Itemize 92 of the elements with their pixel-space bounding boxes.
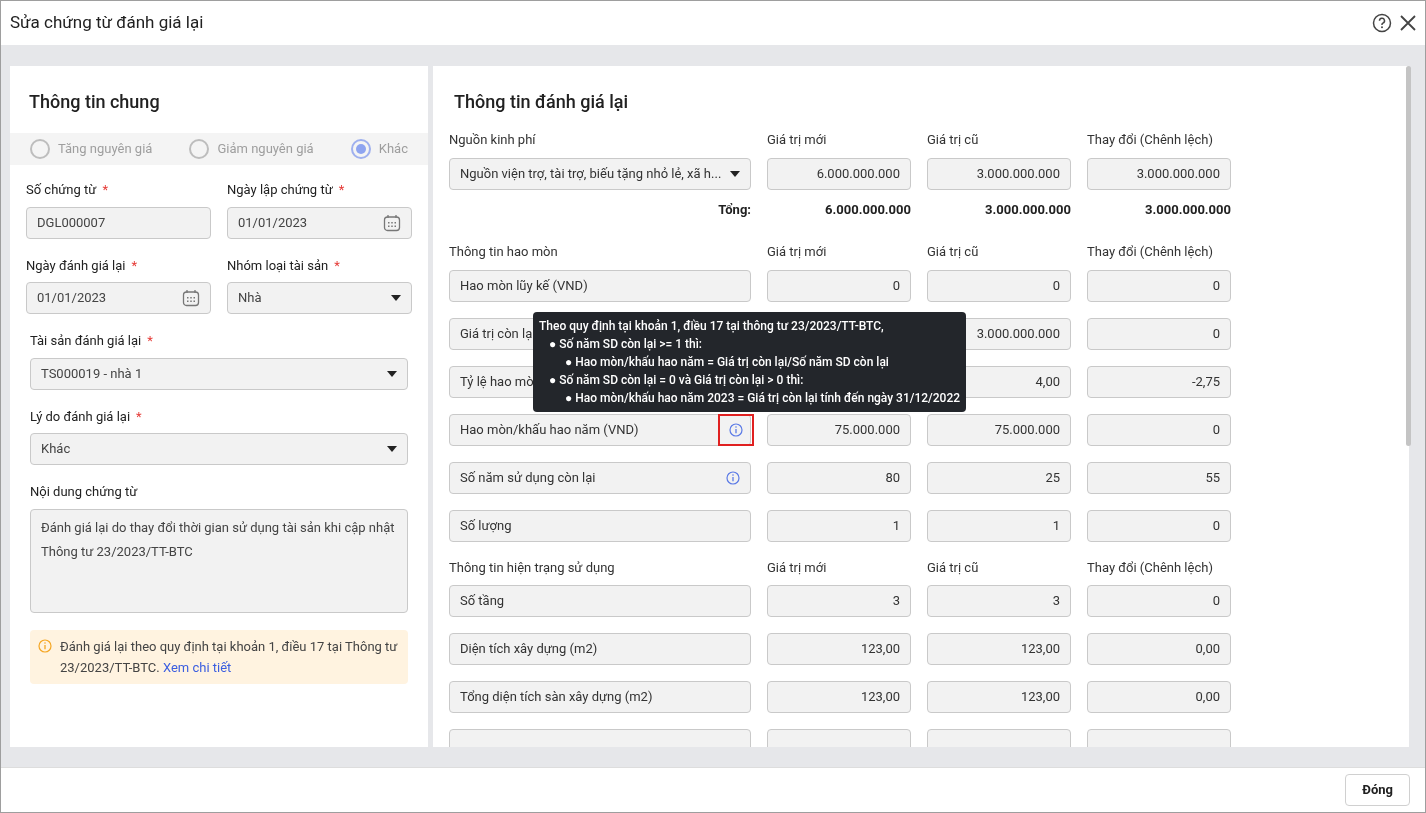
value-field[interactable]: 3	[927, 585, 1071, 617]
window-title: Sửa chứng từ đánh giá lại	[10, 11, 204, 35]
value-field[interactable]: 0,00	[1087, 681, 1231, 713]
value-field[interactable]: 3.000.000.000	[927, 157, 1071, 190]
caret-icon	[730, 170, 740, 177]
calendar-icon[interactable]	[383, 213, 401, 232]
column-header: Giá trị mới	[767, 558, 828, 577]
tooltip-bullet: ● Hao mòn/khấu hao năm = Giá trị còn lại/Số năm SD còn lại	[564, 354, 890, 371]
required-mark: *	[334, 256, 340, 275]
value-field[interactable]: 3	[767, 585, 911, 617]
info-icon[interactable]	[729, 422, 743, 437]
dropdown[interactable]: TS000019 - nhà 1	[30, 357, 408, 390]
field-label: Nhóm loại tài sản	[227, 256, 329, 275]
label-field: Diện tích xây dựng (m2)	[449, 633, 751, 665]
field-label: Tài sản đánh giá lại	[30, 332, 142, 350]
value-field[interactable]: -2,75	[1087, 365, 1231, 398]
value-field[interactable]: 123,00	[927, 681, 1071, 713]
close-icon[interactable]	[1400, 15, 1416, 31]
value-field[interactable]: 0	[927, 269, 1071, 302]
field-label: Ngày đánh giá lại	[26, 256, 126, 275]
total-value: 6.000.000.000	[824, 200, 911, 219]
value-field[interactable]: 80	[767, 461, 911, 494]
date-field[interactable]: 01/01/2023	[227, 206, 412, 239]
required-mark: *	[131, 256, 138, 275]
value-field[interactable]: 0	[767, 269, 911, 302]
column-header: Giá trị cũ	[927, 243, 980, 261]
column-header: Thông tin hiện trạng sử dụng	[449, 558, 616, 577]
label-field: Số năm sử dụng còn lại	[449, 461, 751, 494]
column-header: Giá trị cũ	[927, 131, 980, 149]
tooltip-bullet: ● Số năm SD còn lại >= 1 thì:	[548, 336, 703, 353]
label-field: Số lượng	[449, 509, 751, 542]
value-field[interactable]: 25	[927, 461, 1071, 494]
column-header: Nguồn kinh phí	[449, 131, 537, 149]
value-field[interactable]: 6.000.000.000	[767, 157, 911, 190]
close-button[interactable]: Đóng	[1345, 774, 1410, 806]
value-field[interactable]: 0	[1087, 269, 1231, 302]
required-mark: *	[147, 332, 153, 350]
column-header: Giá trị cũ	[927, 558, 980, 577]
input-field[interactable]: DGL000007	[26, 206, 211, 239]
column-header: Thay đổi (Chênh lệch)	[1087, 131, 1214, 149]
column-header: Giá trị mới	[767, 131, 828, 149]
content-textarea[interactable]: Đánh giá lại do thay đổi thời gian sử dụng tài sản khi cập nhật Thông tư 23/2023/TT-BTC	[30, 508, 408, 613]
calendar-icon[interactable]	[182, 289, 200, 307]
required-mark: *	[136, 407, 142, 426]
tooltip-title: Theo quy định tại khoản 1, điều 17 tại thông tư 23/2023/TT-BTC,	[539, 318, 885, 335]
value-field[interactable]: 0	[1087, 509, 1231, 542]
tooltip-bullet: ● Số năm SD còn lại = 0 và Giá trị còn lại > 0 thì:	[548, 372, 805, 389]
dropdown[interactable]: Nguồn viện trợ, tài trợ, biếu tặng nhỏ lẻ, xã h...	[449, 157, 751, 190]
total-label: Tổng:	[717, 200, 751, 219]
value-field[interactable]: 123,00	[767, 633, 911, 665]
required-mark: *	[102, 181, 108, 199]
panel-title: Thông tin chung	[28, 90, 161, 114]
value-field[interactable]: 123,00	[767, 681, 911, 713]
field-label: Số chứng từ	[26, 181, 97, 199]
value-field[interactable]: 1	[927, 509, 1071, 542]
notice-text: Đánh giá lại theo quy định tại khoản 1, điều 17 tại Thông tư 23/2023/TT-BTC. Xem chi tiết	[60, 637, 399, 677]
column-header: Thay đổi (Chênh lệch)	[1087, 558, 1214, 577]
value-field[interactable]: 3.000.000.000	[1087, 157, 1231, 190]
value-field[interactable]: 55	[1087, 461, 1231, 494]
info-icon[interactable]	[38, 638, 52, 653]
column-header: Thay đổi (Chênh lệch)	[1087, 243, 1214, 261]
value-field[interactable]: 0	[1087, 413, 1231, 446]
label-field: Hao mòn/khấu hao năm (VND)	[449, 413, 751, 446]
value-field[interactable]: 1	[767, 509, 911, 542]
date-field[interactable]: 01/01/2023	[26, 282, 211, 314]
field-label: Lý do đánh giá lại	[30, 407, 131, 426]
total-value: 3.000.000.000	[1144, 200, 1231, 219]
caret-icon	[391, 295, 401, 301]
value-field[interactable]: 0,00	[1087, 633, 1231, 665]
value-field[interactable]: 0	[1087, 585, 1231, 617]
column-header: Giá trị mới	[767, 243, 828, 261]
label-field: Hao mòn lũy kế (VND)	[449, 269, 751, 302]
caret-icon	[387, 446, 397, 452]
dropdown[interactable]: Nhà	[227, 282, 412, 314]
panel-title: Thông tin đánh giá lại	[453, 90, 630, 114]
detail-link[interactable]: Xem chi tiết	[162, 659, 232, 675]
required-mark: *	[338, 181, 345, 199]
field-label: Ngày lập chứng từ	[227, 181, 333, 199]
value-field[interactable]: 123,00	[927, 633, 1071, 665]
help-icon[interactable]	[1372, 13, 1392, 33]
label-field: Tổng diện tích sàn xây dựng (m2)	[449, 681, 751, 713]
scrollbar[interactable]	[1406, 66, 1411, 446]
caret-icon	[387, 370, 397, 377]
total-value: 3.000.000.000	[984, 200, 1071, 219]
dropdown[interactable]: Khác	[30, 433, 408, 465]
value-field[interactable]: 0	[1087, 317, 1231, 350]
value-field[interactable]: 75.000.000	[927, 413, 1071, 446]
value-field[interactable]: 75.000.000	[767, 413, 911, 446]
column-header: Thông tin hao mòn	[449, 243, 559, 261]
label-field: Số tầng	[449, 585, 751, 617]
info-icon[interactable]	[726, 470, 740, 485]
field-label: Nội dung chứng từ	[30, 483, 138, 501]
